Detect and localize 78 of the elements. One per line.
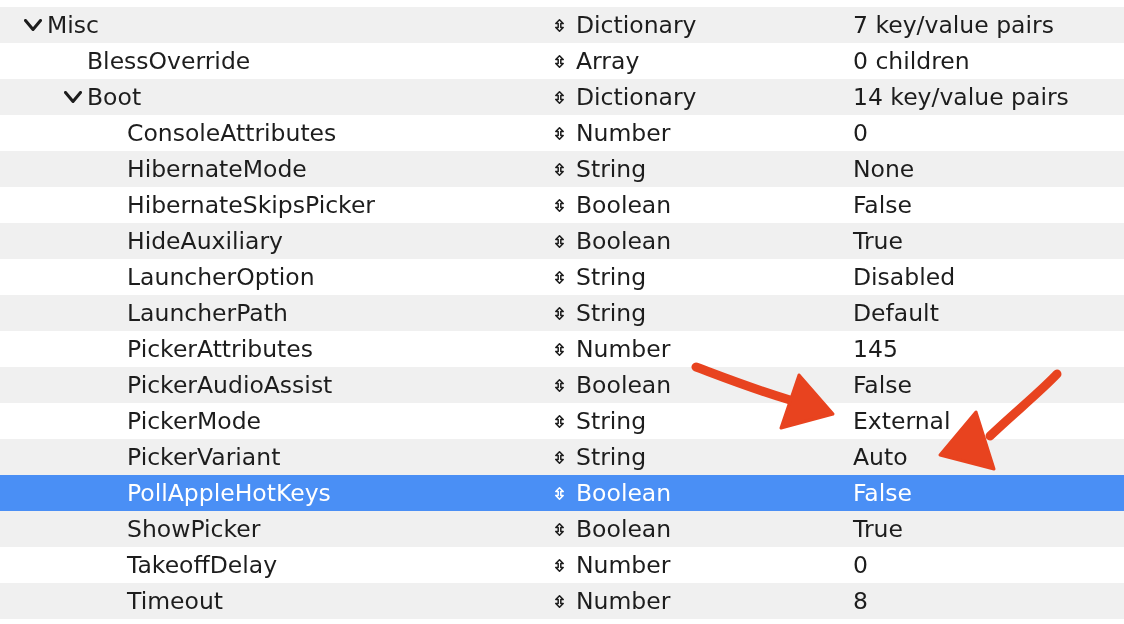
up-down-arrow-icon: [555, 198, 564, 212]
value-text: 14 key/value pairs: [853, 83, 1069, 111]
up-down-arrow-icon: [555, 486, 564, 500]
key-name: ShowPicker: [127, 515, 261, 543]
type-popup[interactable]: Boolean: [555, 191, 672, 219]
chevron-down-icon[interactable]: [64, 91, 82, 103]
up-down-arrow-icon: [555, 306, 564, 320]
up-down-arrow-icon: [555, 234, 564, 248]
type-popup[interactable]: String: [555, 299, 647, 327]
type-popup[interactable]: String: [555, 443, 647, 471]
tree-row[interactable]: PickerVariant String Auto: [0, 439, 1124, 475]
type-popup[interactable]: Number: [555, 587, 671, 615]
up-down-arrow-icon: [555, 54, 564, 68]
type-popup[interactable]: Array: [555, 47, 640, 75]
tree-row[interactable]: PickerAudioAssist Boolean False: [0, 367, 1124, 403]
value-text: True: [853, 515, 903, 543]
type-popup[interactable]: String: [555, 155, 647, 183]
value-text: Disabled: [853, 263, 956, 291]
tree-row[interactable]: ShowPicker Boolean True: [0, 511, 1124, 547]
key-name: HibernateMode: [127, 155, 307, 183]
key-name: Boot: [87, 83, 142, 111]
value-text: Default: [853, 299, 939, 327]
value-text: True: [853, 227, 903, 255]
up-down-arrow-icon: [555, 162, 564, 176]
key-name: BlessOverride: [87, 47, 251, 75]
up-down-arrow-icon: [555, 342, 564, 356]
value-text: 8: [853, 587, 868, 615]
key-name: LauncherPath: [127, 299, 288, 327]
key-name: PickerMode: [127, 407, 262, 435]
tree-row[interactable]: Timeout Number 8: [0, 583, 1124, 619]
tree-row[interactable]: LauncherPath String Default: [0, 295, 1124, 331]
type-popup[interactable]: Dictionary: [555, 11, 697, 39]
type-popup[interactable]: Number: [555, 551, 671, 579]
key-name: HideAuxiliary: [127, 227, 283, 255]
up-down-arrow-icon: [555, 378, 564, 392]
type-popup[interactable]: String: [555, 263, 647, 291]
type-popup[interactable]: Number: [555, 335, 671, 363]
type-popup[interactable]: Boolean: [555, 227, 672, 255]
key-name: PollAppleHotKeys: [127, 479, 331, 507]
value-text: 0: [853, 551, 868, 579]
key-name: HibernateSkipsPicker: [127, 191, 375, 219]
type-popup[interactable]: Dictionary: [555, 83, 697, 111]
type-popup[interactable]: Boolean: [555, 515, 672, 543]
value-text: None: [853, 155, 915, 183]
up-down-arrow-icon: [555, 558, 564, 572]
key-name: TakeoffDelay: [127, 551, 278, 579]
value-text: External: [853, 407, 951, 435]
value-text: False: [853, 479, 912, 507]
key-name: PickerAttributes: [127, 335, 313, 363]
value-text: False: [853, 371, 912, 399]
chevron-down-icon[interactable]: [24, 19, 42, 31]
tree-row[interactable]: HideAuxiliary Boolean True: [0, 223, 1124, 259]
tree-row[interactable]: HibernateMode String None: [0, 151, 1124, 187]
up-down-arrow-icon: [555, 126, 564, 140]
key-name: PickerAudioAssist: [127, 371, 333, 399]
value-text: 145: [853, 335, 898, 363]
up-down-arrow-icon: [555, 270, 564, 284]
tree-row[interactable]: Boot Dictionary 14 key/value pairs: [0, 79, 1124, 115]
key-name: ConsoleAttributes: [127, 119, 337, 147]
up-down-arrow-icon: [555, 414, 564, 428]
value-text: 0: [853, 119, 868, 147]
type-popup[interactable]: String: [555, 407, 647, 435]
key-name: LauncherOption: [127, 263, 315, 291]
type-popup[interactable]: Boolean: [555, 371, 672, 399]
value-text: 0 children: [853, 47, 970, 75]
type-popup[interactable]: Number: [555, 119, 671, 147]
up-down-arrow-icon: [555, 450, 564, 464]
up-down-arrow-icon: [555, 522, 564, 536]
key-name: Timeout: [127, 587, 223, 615]
up-down-arrow-icon: [555, 90, 564, 104]
value-text: 7 key/value pairs: [853, 11, 1054, 39]
up-down-arrow-icon: [555, 594, 564, 608]
value-text: False: [853, 191, 912, 219]
tree-row[interactable]: Misc Dictionary 7 key/value pairs: [0, 7, 1124, 43]
key-name: Misc: [47, 11, 99, 39]
up-down-arrow-icon: [555, 18, 564, 32]
value-text: Auto: [853, 443, 908, 471]
key-name: PickerVariant: [127, 443, 281, 471]
